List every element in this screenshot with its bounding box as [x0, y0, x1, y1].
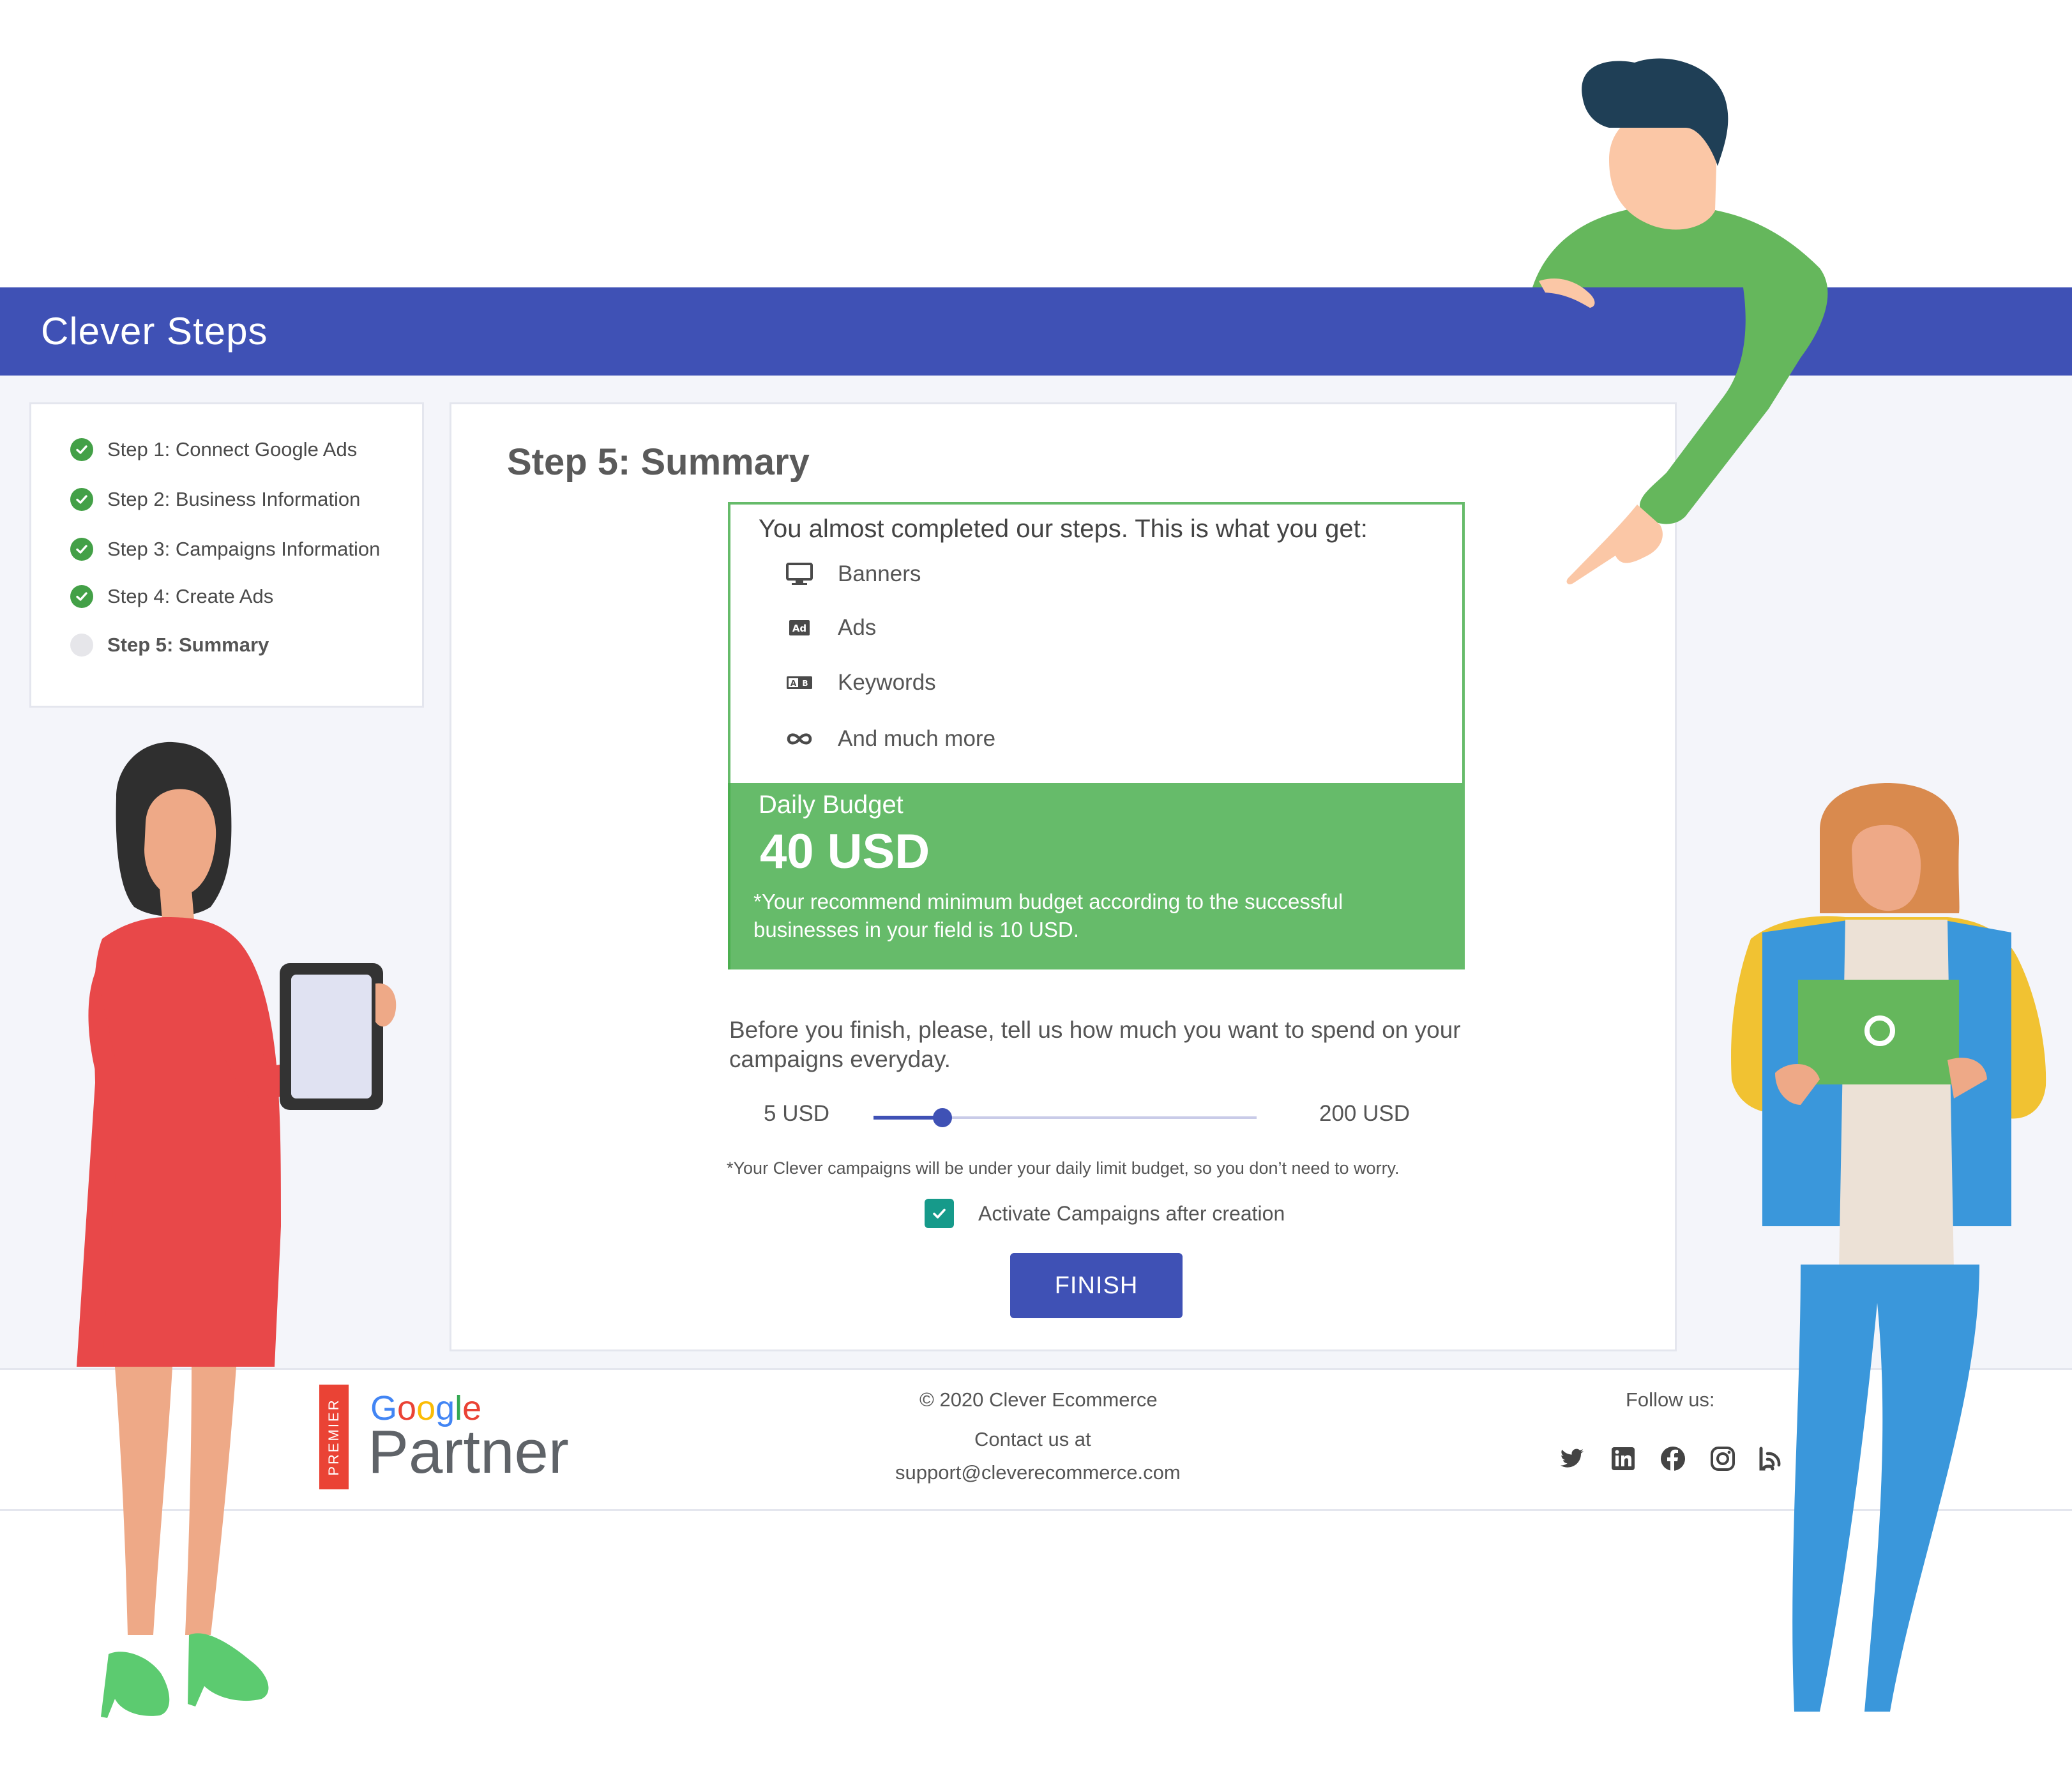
pending-dot-icon — [70, 634, 93, 657]
step-item-1[interactable]: Step 1: Connect Google Ads — [70, 434, 357, 465]
page-title: Step 5: Summary — [507, 441, 810, 483]
step-label: Step 3: Campaigns Information — [107, 538, 381, 560]
activate-campaigns-option[interactable]: Activate Campaigns after creation — [925, 1198, 1285, 1229]
step-item-5[interactable]: Step 5: Summary — [70, 630, 269, 660]
step-label: Step 1: Connect Google Ads — [107, 438, 358, 460]
follow-us-label: Follow us: — [1626, 1388, 1715, 1411]
benefits-intro: You almost completed our steps. This is … — [759, 515, 1368, 543]
budget-recommendation-note: *Your recommend minimum budget according… — [753, 890, 1343, 941]
activate-checkbox[interactable] — [925, 1199, 954, 1228]
feature-label: Keywords — [838, 670, 936, 695]
check-icon — [70, 438, 93, 461]
feature-label: Banners — [838, 561, 921, 586]
slider-max-label: 200 USD — [1319, 1101, 1410, 1126]
feature-more: And much more — [785, 723, 995, 755]
contact-label: Contact us at — [974, 1428, 1091, 1450]
svg-text:A: A — [790, 679, 797, 688]
finish-button[interactable]: FINISH — [1010, 1253, 1183, 1318]
daily-limit-note: *Your Clever campaigns will be under you… — [727, 1159, 1400, 1178]
support-email-link[interactable]: support@cleverecommerce.com — [895, 1461, 1181, 1484]
keywords-icon: AB — [787, 676, 812, 689]
partner-wordmark: Partner — [368, 1418, 569, 1486]
copyright: © 2020 Clever Ecommerce — [919, 1388, 1158, 1411]
step-label: Step 5: Summary — [107, 634, 269, 656]
daily-budget-value: 40 USD — [760, 825, 930, 879]
slider-min-label: 5 USD — [764, 1101, 830, 1126]
feature-label: And much more — [838, 726, 996, 751]
slider-fill — [873, 1116, 942, 1120]
checkmark-icon — [933, 1208, 946, 1219]
app-header — [0, 287, 2072, 376]
check-icon — [70, 488, 93, 511]
svg-text:Ad: Ad — [792, 623, 806, 634]
daily-budget-label: Daily Budget — [759, 791, 904, 819]
instagram-icon[interactable] — [1709, 1445, 1737, 1473]
feature-label: Ads — [838, 615, 877, 640]
premier-ribbon: PREMIER — [319, 1385, 349, 1489]
ad-icon: Ad — [789, 620, 810, 635]
app-title: Clever Steps — [41, 310, 268, 353]
slider-thumb[interactable] — [932, 1108, 952, 1127]
check-icon — [70, 585, 93, 608]
twitter-icon[interactable] — [1558, 1445, 1586, 1473]
facebook-icon[interactable] — [1659, 1445, 1687, 1473]
step-item-3[interactable]: Step 3: Campaigns Information — [70, 534, 380, 565]
monitor-icon — [786, 563, 813, 585]
feature-banners: Banners — [785, 558, 921, 590]
feature-keywords: AB Keywords — [785, 667, 936, 699]
activate-label: Activate Campaigns after creation — [978, 1201, 1285, 1225]
linkedin-icon[interactable] — [1609, 1445, 1637, 1473]
check-icon — [70, 538, 93, 561]
premier-label: PREMIER — [326, 1398, 342, 1476]
step-label: Step 2: Business Information — [107, 488, 361, 510]
feature-ads: Ad Ads — [785, 612, 876, 644]
spend-question: Before you finish, please, tell us how m… — [729, 1017, 1461, 1072]
blog-icon[interactable] — [1757, 1445, 1785, 1473]
svg-text:B: B — [802, 679, 808, 688]
step-label: Step 4: Create Ads — [107, 585, 274, 607]
step-item-4[interactable]: Step 4: Create Ads — [70, 581, 273, 612]
step-item-2[interactable]: Step 2: Business Information — [70, 484, 360, 515]
infinity-icon — [787, 733, 812, 745]
daily-budget-slider[interactable] — [873, 1105, 1257, 1130]
